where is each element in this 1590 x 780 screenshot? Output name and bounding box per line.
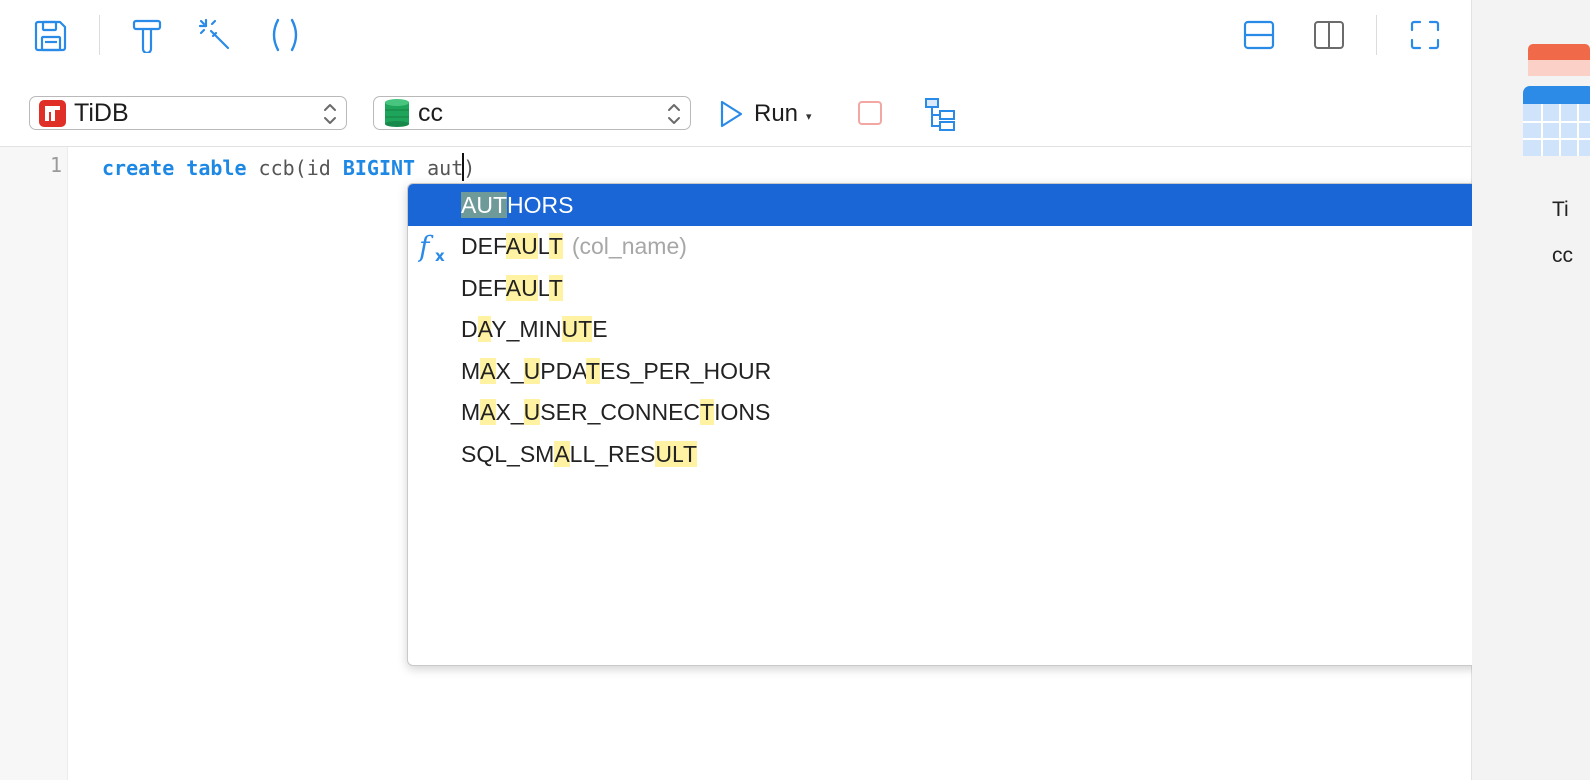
match-highlight: UT bbox=[561, 316, 593, 342]
autocomplete-item-label: MAX_USER_CONNECTIONS bbox=[461, 399, 770, 426]
item-text: DEF bbox=[461, 274, 506, 301]
item-text: E bbox=[592, 316, 608, 342]
toolbar-divider bbox=[1376, 15, 1377, 55]
split-vertical-icon[interactable] bbox=[1310, 16, 1348, 54]
line-gutter bbox=[0, 147, 68, 780]
svg-text:f: f bbox=[418, 230, 434, 263]
run-dropdown-caret[interactable]: ▾ bbox=[806, 110, 812, 123]
item-text: D bbox=[461, 316, 478, 342]
item-text: M bbox=[461, 357, 481, 384]
match-highlight: A bbox=[554, 440, 570, 467]
item-text: X_ bbox=[495, 399, 524, 425]
parentheses-icon[interactable] bbox=[266, 16, 304, 54]
autocomplete-item[interactable]: MAX_UPDATES_PER_HOUR bbox=[408, 350, 1571, 392]
item-text: Y_MIN bbox=[491, 316, 562, 342]
database-select[interactable]: cc bbox=[373, 96, 691, 130]
item-text: IONS bbox=[714, 399, 771, 425]
line-number: 1 bbox=[50, 153, 63, 177]
match-highlight: UL bbox=[655, 440, 684, 467]
match-highlight: A bbox=[477, 316, 492, 342]
sql-text: aut bbox=[415, 156, 464, 180]
match-highlight: U bbox=[523, 357, 541, 384]
autocomplete-item-hint: (col_name) bbox=[571, 233, 687, 259]
explain-plan-icon[interactable] bbox=[924, 97, 958, 136]
item-text: M bbox=[461, 399, 481, 425]
database-icon bbox=[385, 99, 409, 127]
match-highlight: AU bbox=[505, 274, 538, 301]
connection-select[interactable]: TiDB bbox=[29, 96, 347, 130]
match-highlight: T bbox=[700, 399, 715, 425]
sql-keyword: BIGINT bbox=[342, 156, 416, 180]
table-grid-icon bbox=[1523, 44, 1590, 161]
side-panel-subtitle: cc bbox=[1552, 244, 1573, 267]
fullscreen-icon[interactable] bbox=[1406, 16, 1444, 54]
autocomplete-popup: AUTHORS f x DEFAULT (col_name) DEFAULT DAY_MIN… bbox=[407, 183, 1572, 666]
item-text: L bbox=[537, 274, 549, 301]
beautify-wand-icon[interactable] bbox=[196, 16, 234, 54]
format-icon[interactable] bbox=[128, 16, 166, 54]
code-line[interactable]: create table ccb(id BIGINT aut) bbox=[102, 153, 475, 181]
play-icon bbox=[718, 99, 744, 129]
item-text: SQL_SM bbox=[461, 440, 555, 467]
autocomplete-item-label: AUTHORS bbox=[461, 191, 574, 219]
match-highlight: AU bbox=[505, 233, 538, 259]
autocomplete-item[interactable]: f x DEFAULT (col_name) bbox=[408, 226, 1571, 268]
sql-text: ) bbox=[463, 156, 476, 180]
database-name: cc bbox=[418, 98, 443, 127]
run-button[interactable]: Run ▾ bbox=[718, 96, 812, 132]
item-text: LL_RES bbox=[569, 440, 656, 467]
autocomplete-item-label: DEFAULT (col_name) bbox=[461, 233, 687, 260]
tidb-logo-icon bbox=[39, 99, 66, 127]
match-highlight: T bbox=[548, 274, 563, 301]
sql-keyword: create bbox=[102, 156, 175, 180]
item-text: PDA bbox=[540, 357, 586, 384]
match-highlight: T bbox=[585, 357, 600, 384]
item-text: ES_PER_HOUR bbox=[599, 357, 772, 384]
item-text: DEF bbox=[461, 233, 506, 259]
match-highlight: A bbox=[480, 399, 496, 425]
save-icon[interactable] bbox=[32, 16, 70, 54]
chevron-updown-icon bbox=[322, 101, 338, 132]
run-label: Run bbox=[754, 100, 799, 127]
svg-text:x: x bbox=[435, 247, 445, 264]
item-text: L bbox=[537, 233, 549, 259]
stop-button[interactable] bbox=[858, 101, 882, 125]
autocomplete-item-label: SQL_SMALL_RESULT bbox=[461, 440, 698, 468]
autocomplete-item[interactable]: MAX_USER_CONNECTIONS bbox=[408, 392, 1571, 434]
side-panel: Ti cc bbox=[1472, 0, 1590, 780]
split-horizontal-icon[interactable] bbox=[1240, 16, 1278, 54]
autocomplete-item[interactable]: SQL_SMALL_RESULT bbox=[408, 433, 1571, 475]
match-highlight: AUT bbox=[461, 191, 507, 218]
autocomplete-item[interactable]: AUTHORS bbox=[408, 184, 1571, 226]
match-highlight: U bbox=[523, 399, 541, 425]
connection-name: TiDB bbox=[74, 98, 129, 127]
item-text: SER_CONNEC bbox=[540, 399, 701, 425]
sql-keyword: table bbox=[186, 156, 247, 180]
sql-text: ccb(id bbox=[246, 156, 343, 180]
match-highlight: T bbox=[548, 233, 563, 259]
editor-divider bbox=[0, 146, 1471, 147]
item-text: HORS bbox=[507, 191, 574, 218]
toolbar-divider bbox=[99, 15, 100, 55]
autocomplete-item-label: MAX_UPDATES_PER_HOUR bbox=[461, 357, 772, 385]
chevron-updown-icon bbox=[666, 101, 682, 132]
autocomplete-item-label: DEFAULT bbox=[461, 274, 563, 302]
side-panel-title: Ti bbox=[1552, 198, 1569, 221]
autocomplete-item-label: DAY_MINUTE bbox=[461, 316, 608, 343]
function-fx-icon: fx bbox=[417, 230, 452, 269]
autocomplete-item[interactable]: DAY_MINUTE bbox=[408, 309, 1571, 351]
match-highlight: T bbox=[683, 440, 698, 467]
autocomplete-item[interactable]: DEFAULT bbox=[408, 267, 1571, 309]
match-highlight: A bbox=[480, 357, 496, 384]
item-text: X_ bbox=[495, 357, 524, 384]
